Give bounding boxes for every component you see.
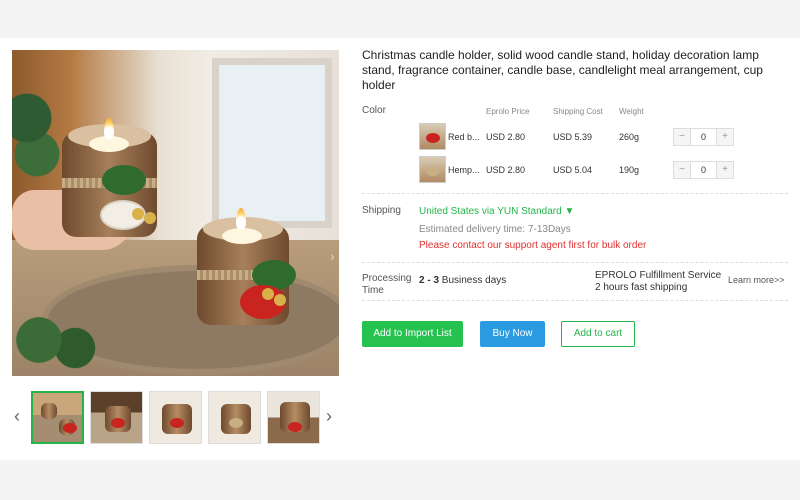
thumbnail-2[interactable] bbox=[90, 391, 143, 444]
thumbnail-3[interactable] bbox=[149, 391, 202, 444]
thumbnail-4[interactable] bbox=[208, 391, 261, 444]
divider bbox=[362, 300, 788, 301]
variant-swatch[interactable] bbox=[419, 123, 446, 150]
weight-column-header: Weight bbox=[619, 107, 644, 116]
variant-weight: 190g bbox=[619, 165, 640, 175]
variant-shipping-cost: USD 5.39 bbox=[553, 132, 593, 142]
increment-button[interactable]: + bbox=[717, 129, 733, 145]
color-label: Color bbox=[362, 105, 386, 116]
thumbnail-1[interactable] bbox=[31, 391, 84, 444]
variant-weight: 260g bbox=[619, 132, 640, 142]
bulk-order-notice: Please contact our support agent first f… bbox=[419, 240, 647, 251]
price-column-header: Eprolo Price bbox=[486, 107, 530, 116]
main-product-image[interactable]: › bbox=[12, 50, 339, 376]
decrement-button[interactable]: − bbox=[674, 129, 690, 145]
estimated-delivery: Estimated delivery time: 7-13Days bbox=[419, 224, 571, 235]
quantity-input[interactable]: 0 bbox=[690, 129, 717, 145]
product-title: Christmas candle holder, solid wood cand… bbox=[362, 48, 763, 92]
variant-shipping-cost: USD 5.04 bbox=[553, 165, 593, 175]
thumbnail-prev-arrow-icon[interactable]: ‹ bbox=[14, 406, 20, 427]
variant-price: USD 2.80 bbox=[486, 165, 526, 175]
add-to-import-list-button[interactable]: Add to Import List bbox=[362, 321, 463, 347]
shipping-label: Shipping bbox=[362, 205, 401, 216]
thumbnail-5[interactable] bbox=[267, 391, 320, 444]
variant-name: Red b... bbox=[448, 132, 480, 142]
shipping-column-header: Shipping Cost bbox=[553, 107, 603, 116]
increment-button[interactable]: + bbox=[717, 162, 733, 178]
quantity-stepper: − 0 + bbox=[673, 128, 734, 146]
add-to-cart-button[interactable]: Add to cart bbox=[561, 321, 635, 347]
quantity-stepper: − 0 + bbox=[673, 161, 734, 179]
product-card: › ‹ › Christmas candle holder, solid woo… bbox=[0, 38, 800, 460]
variant-price: USD 2.80 bbox=[486, 132, 526, 142]
processing-time-label: Processing Time bbox=[362, 273, 412, 296]
thumbnail-strip bbox=[31, 391, 320, 445]
variant-row: Hemp... USD 2.80 USD 5.04 190g − 0 + bbox=[419, 156, 737, 184]
variant-row: Red b... USD 2.80 USD 5.39 260g − 0 + bbox=[419, 123, 737, 151]
divider bbox=[362, 193, 788, 194]
chevron-right-icon[interactable]: › bbox=[330, 248, 335, 264]
divider bbox=[362, 262, 788, 263]
buy-now-button[interactable]: Buy Now bbox=[480, 321, 545, 347]
learn-more-link[interactable]: Learn more>> bbox=[728, 275, 785, 285]
quantity-input[interactable]: 0 bbox=[690, 162, 717, 178]
decrement-button[interactable]: − bbox=[674, 162, 690, 178]
variant-swatch[interactable] bbox=[419, 156, 446, 183]
variant-name: Hemp... bbox=[448, 165, 480, 175]
shipping-method-dropdown[interactable]: United States via YUN Standard ▼ bbox=[419, 206, 574, 217]
fulfillment-service-info: EPROLO Fulfillment Service 2 hours fast … bbox=[595, 270, 722, 293]
thumbnail-next-arrow-icon[interactable]: › bbox=[326, 406, 332, 427]
processing-days: 2 - 3 Business days bbox=[419, 275, 507, 286]
